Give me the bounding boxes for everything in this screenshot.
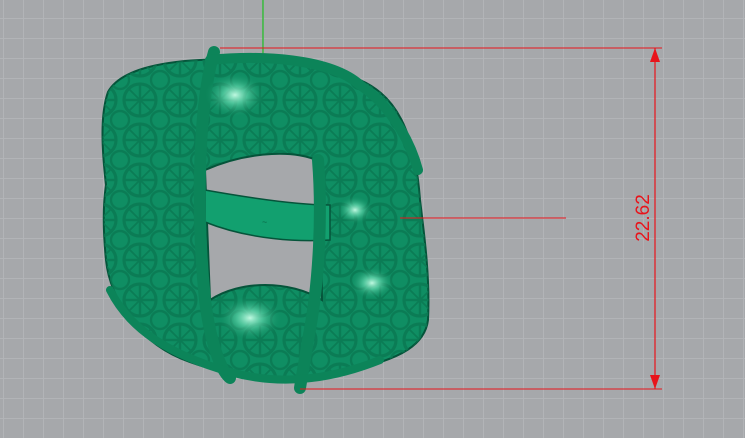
perspective-viewport[interactable]: ~ 22.62 <box>0 0 745 438</box>
dimension-arrow-up-icon <box>650 48 660 62</box>
dimension-value[interactable]: 22.62 <box>633 194 655 242</box>
dimension-arrow-down-icon <box>650 375 660 389</box>
